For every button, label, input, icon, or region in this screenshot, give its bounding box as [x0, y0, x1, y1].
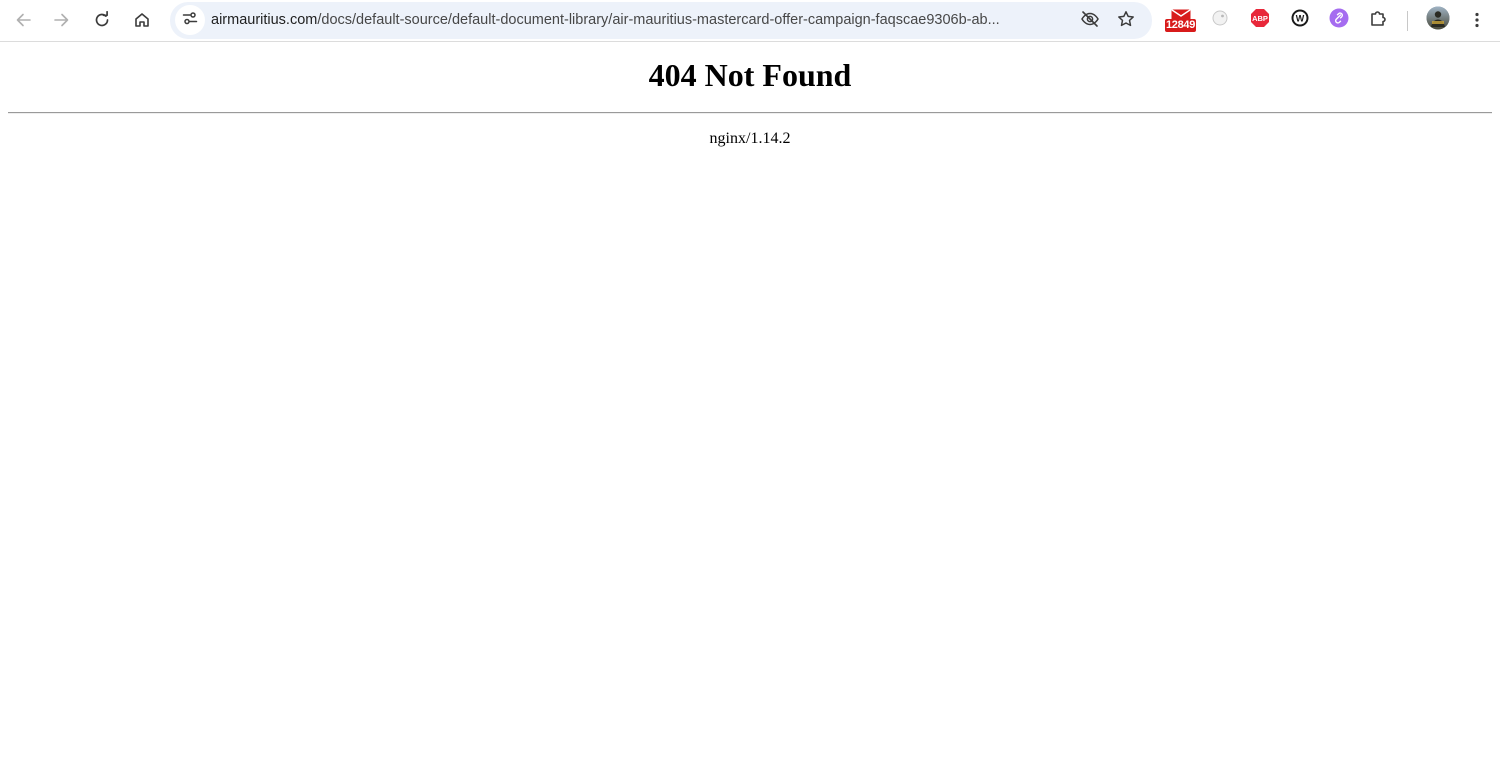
forward-button[interactable]	[46, 4, 78, 36]
more-vert-icon	[1468, 11, 1486, 29]
site-info-button[interactable]	[175, 5, 205, 35]
url-domain: airmauritius.com	[211, 12, 318, 28]
browser-toolbar: airmauritius.com/docs/default-source/def…	[0, 0, 1500, 42]
url-text[interactable]: airmauritius.com/docs/default-source/def…	[211, 2, 1066, 39]
extension-purple-button[interactable]	[1325, 6, 1353, 34]
divider	[8, 112, 1492, 114]
puzzle-icon	[1369, 8, 1389, 33]
extension-w-button[interactable]: W	[1286, 6, 1314, 34]
gmail-checker-extension[interactable]: 12849	[1164, 5, 1198, 35]
link-icon	[1329, 8, 1349, 33]
bookmark-button[interactable]	[1111, 6, 1141, 36]
tracking-protection-button[interactable]	[1075, 6, 1105, 36]
extensions-menu-button[interactable]	[1365, 6, 1393, 34]
adblock-plus-icon: ABP	[1250, 8, 1270, 33]
page-content: 404 Not Found nginx/1.14.2	[0, 42, 1500, 762]
reload-button[interactable]	[86, 4, 118, 36]
unread-count-badge: 12849	[1165, 19, 1196, 32]
site-info-icon	[182, 10, 198, 31]
svg-text:ABP: ABP	[1252, 14, 1268, 23]
chrome-menu-button[interactable]	[1461, 4, 1493, 36]
home-icon	[133, 11, 151, 29]
eye-off-icon	[1080, 9, 1100, 34]
reload-icon	[93, 11, 111, 29]
forward-arrow-icon	[53, 11, 71, 29]
error-heading: 404 Not Found	[648, 57, 852, 93]
adblock-plus-extension[interactable]: ABP	[1246, 6, 1274, 34]
svg-text:W: W	[1296, 13, 1305, 23]
w-logo-icon: W	[1291, 9, 1309, 32]
home-button[interactable]	[126, 4, 158, 36]
extension-2-button[interactable]	[1206, 6, 1234, 34]
moon-icon	[1211, 9, 1229, 32]
avatar	[1426, 6, 1450, 35]
address-bar[interactable]: airmauritius.com/docs/default-source/def…	[170, 2, 1152, 39]
toolbar-divider	[1407, 11, 1408, 31]
back-button[interactable]	[7, 4, 39, 36]
star-icon	[1117, 10, 1135, 33]
server-signature: nginx/1.14.2	[709, 130, 791, 147]
profile-button[interactable]	[1423, 5, 1453, 35]
url-path: /docs/default-source/default-document-li…	[317, 12, 1000, 28]
back-arrow-icon	[14, 11, 32, 29]
